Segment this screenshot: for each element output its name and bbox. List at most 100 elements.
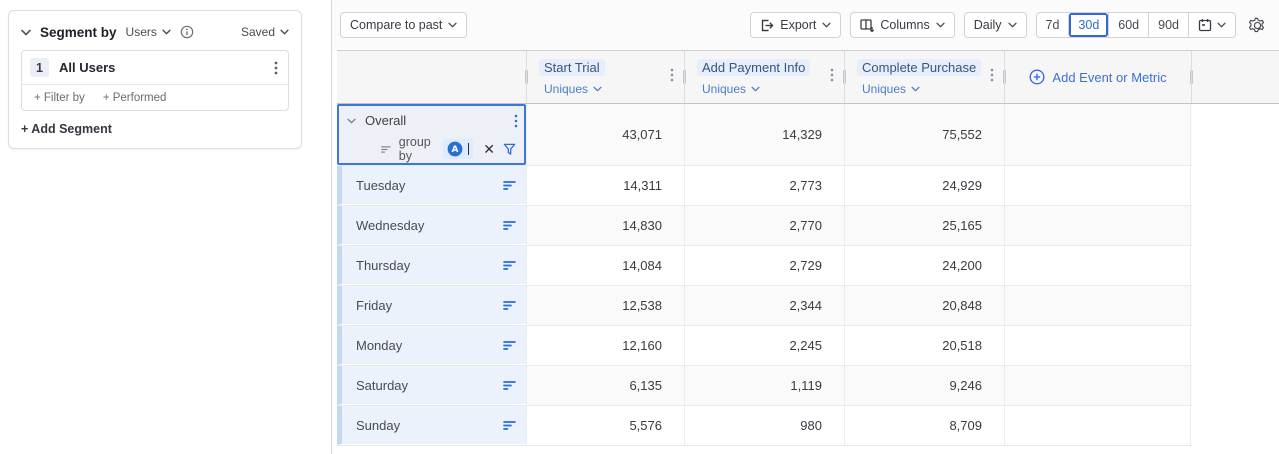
group-by-icon[interactable] xyxy=(503,340,516,351)
group-by-icon[interactable] xyxy=(503,380,516,391)
measure-dropdown[interactable]: Uniques xyxy=(862,82,1004,96)
chevron-down-icon xyxy=(751,86,760,92)
export-label: Export xyxy=(780,18,816,32)
performed-button[interactable]: + Performed xyxy=(103,92,167,104)
add-event-or-metric-button[interactable]: Add Event or Metric xyxy=(1004,51,1191,103)
row-label: Thursday xyxy=(356,258,410,273)
remove-group-by-icon[interactable]: ✕ xyxy=(483,142,495,156)
header-add-payment-info: Add Payment Info Uniques xyxy=(684,51,844,103)
value-cell: 2,344 xyxy=(684,286,844,325)
row-label-cell[interactable]: Thursday xyxy=(337,246,526,285)
chevron-down-icon xyxy=(822,22,831,28)
row-label: Sunday xyxy=(356,418,400,433)
table-header: Start Trial Uniques Add Payment Info Uni… xyxy=(337,50,1279,104)
range-30d[interactable]: 30d xyxy=(1068,13,1108,37)
group-by-bars-icon xyxy=(381,144,391,155)
group-by-icon[interactable] xyxy=(503,220,516,231)
measure-dropdown[interactable]: Uniques xyxy=(702,82,844,96)
segment-panel-title: Segment by xyxy=(40,25,117,40)
granularity-dropdown[interactable]: Daily xyxy=(964,12,1027,38)
value-cell: 2,245 xyxy=(684,326,844,365)
circle-plus-icon xyxy=(1029,69,1045,85)
group-by-icon[interactable] xyxy=(503,180,516,191)
compare-to-past-button[interactable]: Compare to past xyxy=(340,12,467,38)
results-panel: Compare to past Export Columns Daily 7d … xyxy=(331,0,1279,454)
export-button[interactable]: Export xyxy=(750,12,841,38)
table-body: Overall group by A ✕ xyxy=(337,104,1192,446)
empty-add-cell xyxy=(1004,286,1191,325)
svg-text:A: A xyxy=(452,145,459,155)
value-cell: 14,830 xyxy=(526,206,684,245)
row-label-cell[interactable]: Tuesday xyxy=(337,166,526,205)
value-cell: 6,135 xyxy=(526,366,684,405)
overall-value-start-trial: 43,071 xyxy=(526,104,684,165)
value-cell: 9,246 xyxy=(844,366,1004,405)
range-90d[interactable]: 90d xyxy=(1148,13,1188,37)
measure-label: Uniques xyxy=(862,82,906,96)
scope-dropdown[interactable]: Users xyxy=(126,25,171,39)
measure-dropdown[interactable]: Uniques xyxy=(544,82,684,96)
row-label-cell[interactable]: Monday xyxy=(337,326,526,365)
empty-add-cell xyxy=(1004,326,1191,365)
date-range-segmented-control: 7d 30d 60d 90d xyxy=(1036,12,1236,38)
row-label-cell[interactable]: Friday xyxy=(337,286,526,325)
column-kebab-menu-icon[interactable] xyxy=(670,68,674,82)
group-by-label: group by xyxy=(399,135,436,163)
calendar-icon xyxy=(1198,18,1212,32)
table-row-sunday: Sunday 5,576 980 8,709 xyxy=(337,406,1192,446)
metrics-table: Start Trial Uniques Add Payment Info Uni… xyxy=(337,50,1279,446)
group-by-icon[interactable] xyxy=(503,420,516,431)
filter-funnel-icon[interactable] xyxy=(503,143,516,156)
custom-date-range-button[interactable] xyxy=(1188,13,1235,37)
range-60d[interactable]: 60d xyxy=(1108,13,1148,37)
value-cell: 12,538 xyxy=(526,286,684,325)
add-event-or-metric-label: Add Event or Metric xyxy=(1052,70,1166,85)
chevron-down-icon xyxy=(280,29,289,35)
overall-kebab-menu-icon[interactable] xyxy=(514,114,518,128)
saved-dropdown-label: Saved xyxy=(241,25,275,39)
empty-add-cell xyxy=(1004,206,1191,245)
segment-row[interactable]: 1 All Users xyxy=(22,51,288,84)
header-filler xyxy=(1191,51,1279,103)
overall-group-by-cell[interactable]: Overall group by A ✕ xyxy=(337,104,526,165)
value-cell: 24,200 xyxy=(844,246,1004,285)
empty-add-cell xyxy=(1004,406,1191,445)
event-name-add-payment-info[interactable]: Add Payment Info xyxy=(697,59,810,76)
row-label: Saturday xyxy=(356,378,408,393)
table-row-overall: Overall group by A ✕ xyxy=(337,104,1192,166)
segment-kebab-menu-icon[interactable] xyxy=(274,61,278,75)
measure-label: Uniques xyxy=(702,82,746,96)
event-name-start-trial[interactable]: Start Trial xyxy=(539,59,605,76)
row-label-cell[interactable]: Saturday xyxy=(337,366,526,405)
value-cell: 1,119 xyxy=(684,366,844,405)
group-by-icon[interactable] xyxy=(503,300,516,311)
segment-actions: + Filter by + Performed xyxy=(22,84,288,110)
segment-name: All Users xyxy=(59,60,115,75)
column-kebab-menu-icon[interactable] xyxy=(830,68,834,82)
settings-gear-icon[interactable] xyxy=(1245,13,1269,37)
collapse-chevron-icon[interactable] xyxy=(21,29,31,36)
results-toolbar: Compare to past Export Columns Daily 7d … xyxy=(332,0,1279,50)
header-complete-purchase: Complete Purchase Uniques xyxy=(844,51,1004,103)
column-kebab-menu-icon[interactable] xyxy=(990,68,994,82)
text-cursor xyxy=(468,143,469,155)
add-segment-button[interactable]: + Add Segment xyxy=(21,122,112,136)
value-cell: 20,518 xyxy=(844,326,1004,365)
filter-by-button[interactable]: + Filter by xyxy=(34,92,85,104)
info-icon[interactable] xyxy=(180,25,194,39)
table-row-wednesday: Wednesday 14,830 2,770 25,165 xyxy=(337,206,1192,246)
event-name-complete-purchase[interactable]: Complete Purchase xyxy=(857,59,981,76)
overall-value-add-payment-info: 14,329 xyxy=(684,104,844,165)
row-label-cell[interactable]: Wednesday xyxy=(337,206,526,245)
group-by-property-chip[interactable]: A xyxy=(443,139,473,159)
chevron-down-icon xyxy=(936,22,945,28)
granularity-label: Daily xyxy=(974,18,1002,32)
group-by-icon[interactable] xyxy=(503,260,516,271)
columns-label: Columns xyxy=(880,18,929,32)
empty-add-cell xyxy=(1004,104,1191,165)
empty-add-cell xyxy=(1004,246,1191,285)
columns-button[interactable]: Columns xyxy=(850,12,954,38)
range-7d[interactable]: 7d xyxy=(1037,13,1069,37)
row-label-cell[interactable]: Sunday xyxy=(337,406,526,445)
saved-dropdown[interactable]: Saved xyxy=(241,25,289,39)
